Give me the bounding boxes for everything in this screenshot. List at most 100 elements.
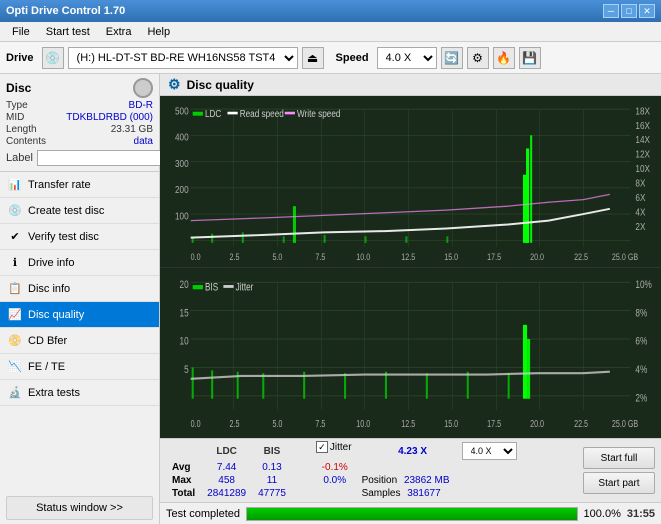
avg-bis: 0.13 [252, 461, 292, 474]
save-button[interactable]: 💾 [519, 47, 541, 69]
max-bis: 11 [252, 474, 292, 487]
transfer-rate-icon: 📊 [8, 178, 22, 192]
sidebar-item-cd-bfer[interactable]: 📀 CD Bfer [0, 328, 159, 354]
sidebar-item-label: Create test disc [28, 205, 104, 217]
svg-text:0.0: 0.0 [191, 252, 201, 262]
settings-button[interactable]: ⚙ [467, 47, 489, 69]
svg-text:5.0: 5.0 [272, 417, 282, 428]
svg-text:500: 500 [175, 104, 189, 116]
sidebar-item-disc-info[interactable]: 📋 Disc info [0, 276, 159, 302]
svg-text:8%: 8% [635, 307, 647, 320]
status-window-button[interactable]: Status window >> [6, 496, 153, 520]
sidebar-item-transfer-rate[interactable]: 📊 Transfer rate [0, 172, 159, 198]
disc-contents-key: Contents [6, 136, 46, 147]
chart1-svg: 500 400 300 200 100 18X 16X 14X 12X 10X … [160, 96, 661, 267]
ldc-header: LDC [201, 441, 252, 461]
total-jitter [312, 487, 356, 500]
sidebar-item-create-test-disc[interactable]: 💿 Create test disc [0, 198, 159, 224]
svg-text:5: 5 [184, 363, 189, 376]
sidebar-item-extra-tests[interactable]: 🔬 Extra tests [0, 380, 159, 406]
svg-text:6X: 6X [635, 191, 646, 203]
disc-mid-row: MID TDKBLDRBD (000) [6, 112, 153, 123]
bottom-status-bar: Test completed 100.0% 31:55 [160, 502, 661, 524]
refresh-button[interactable]: 🔄 [441, 47, 463, 69]
disc-icon [133, 78, 153, 98]
svg-text:25.0 GB: 25.0 GB [612, 252, 639, 262]
disc-label-input[interactable] [37, 150, 175, 166]
sidebar-item-disc-quality[interactable]: 📈 Disc quality [0, 302, 159, 328]
start-full-button[interactable]: Start full [583, 447, 655, 469]
total-label: Total [166, 487, 201, 500]
menu-help[interactable]: Help [139, 24, 178, 40]
svg-text:10.0: 10.0 [356, 417, 370, 428]
svg-text:15.0: 15.0 [444, 252, 458, 262]
svg-text:LDC: LDC [205, 107, 222, 119]
svg-text:100: 100 [175, 209, 189, 221]
svg-text:Read speed: Read speed [240, 107, 284, 119]
content-area: ⚙ Disc quality [160, 74, 661, 524]
action-buttons: Start full Start part [583, 447, 655, 494]
svg-text:Jitter: Jitter [236, 281, 254, 294]
total-bis: 47775 [252, 487, 292, 500]
jitter-checkbox[interactable]: ✓ [316, 441, 328, 453]
jitter-header: Jitter [330, 442, 352, 453]
stats-speed-select[interactable]: 4.0 X [462, 442, 517, 460]
status-text: Test completed [166, 508, 240, 520]
start-part-button[interactable]: Start part [583, 472, 655, 494]
svg-text:8X: 8X [635, 176, 646, 188]
sidebar-item-fe-te[interactable]: 📉 FE / TE [0, 354, 159, 380]
drive-select[interactable]: (H:) HL-DT-ST BD-RE WH16NS58 TST4 [68, 47, 298, 69]
menu-file[interactable]: File [4, 24, 38, 40]
create-test-disc-icon: 💿 [8, 204, 22, 218]
menu-bar: File Start test Extra Help [0, 22, 661, 42]
bis-header: BIS [252, 441, 292, 461]
svg-text:14X: 14X [635, 133, 650, 145]
close-button[interactable]: ✕ [639, 4, 655, 18]
samples-val: 381677 [407, 488, 440, 499]
disc-type-val: BD-R [129, 100, 153, 111]
svg-text:200: 200 [175, 183, 189, 195]
sidebar-item-verify-test-disc[interactable]: ✔ Verify test disc [0, 224, 159, 250]
speed-header: 4.23 X [370, 441, 456, 461]
sidebar-item-label: Disc quality [28, 309, 84, 321]
svg-text:7.5: 7.5 [315, 417, 325, 428]
svg-text:20: 20 [180, 278, 190, 291]
svg-text:2X: 2X [635, 220, 646, 232]
avg-ldc: 7.44 [201, 461, 252, 474]
total-ldc: 2841289 [201, 487, 252, 500]
title-bar: Opti Drive Control 1.70 ─ □ ✕ [0, 0, 661, 22]
position-val: 23862 MB [404, 475, 450, 486]
stats-table: LDC BIS ✓ Jitter 4.23 X [166, 441, 583, 500]
sidebar-item-label: Drive info [28, 257, 74, 269]
sidebar-item-label: Transfer rate [28, 179, 91, 191]
menu-start-test[interactable]: Start test [38, 24, 98, 40]
sidebar-item-label: Verify test disc [28, 231, 99, 243]
svg-text:10%: 10% [635, 278, 652, 291]
svg-text:6%: 6% [635, 335, 647, 348]
sidebar-item-drive-info[interactable]: ℹ Drive info [0, 250, 159, 276]
extra-tests-icon: 🔬 [8, 386, 22, 400]
svg-text:10.0: 10.0 [356, 252, 370, 262]
maximize-button[interactable]: □ [621, 4, 637, 18]
svg-text:2.5: 2.5 [230, 252, 240, 262]
disc-length-row: Length 23.31 GB [6, 124, 153, 135]
speed-select[interactable]: 4.0 X [377, 47, 437, 69]
max-ldc: 458 [201, 474, 252, 487]
svg-text:22.5: 22.5 [574, 417, 588, 428]
disc-mid-val: TDKBLDRBD (000) [66, 112, 153, 123]
svg-text:4%: 4% [635, 363, 647, 376]
progress-bar-container [246, 507, 578, 521]
menu-extra[interactable]: Extra [98, 24, 140, 40]
minimize-button[interactable]: ─ [603, 4, 619, 18]
eject-button[interactable]: ⏏ [302, 47, 324, 69]
svg-text:7.5: 7.5 [315, 252, 325, 262]
burn-button[interactable]: 🔥 [493, 47, 515, 69]
panel-title: Disc quality [187, 78, 254, 92]
svg-text:400: 400 [175, 131, 189, 143]
avg-jitter: -0.1% [312, 461, 356, 474]
charts-area: 500 400 300 200 100 18X 16X 14X 12X 10X … [160, 96, 661, 438]
status-time: 31:55 [627, 508, 655, 520]
position-label: Position 23862 MB [356, 474, 456, 487]
svg-text:Write speed: Write speed [297, 107, 340, 119]
app-title: Opti Drive Control 1.70 [6, 5, 125, 17]
